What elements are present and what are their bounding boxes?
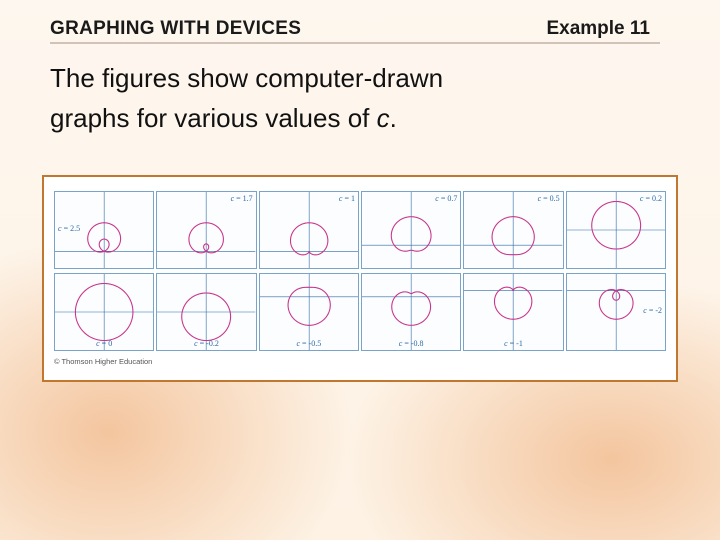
chart-cell: c = -0.5 bbox=[259, 273, 359, 351]
slide-header: GRAPHING WITH DEVICES Example 11 bbox=[0, 0, 720, 46]
example-label: Example 11 bbox=[546, 18, 650, 40]
chart-cell: c = -0.8 bbox=[361, 273, 461, 351]
c-value-label: c = -1 bbox=[504, 339, 523, 348]
chart-cell: c = 0.2 bbox=[566, 191, 666, 269]
chart-cell: c = 1 bbox=[259, 191, 359, 269]
body-line-1: The figures show computer-drawn bbox=[50, 58, 670, 98]
c-value-label: c = -0.5 bbox=[296, 339, 321, 348]
header-rule bbox=[50, 42, 660, 44]
figure-credit: © Thomson Higher Education bbox=[54, 357, 666, 366]
chart-cell: c = 0.5 bbox=[463, 191, 563, 269]
chart-cell: c = 2.5 bbox=[54, 191, 154, 269]
chart-cell: c = 0 bbox=[54, 273, 154, 351]
body-line-2a: graphs for various values of bbox=[50, 103, 377, 133]
c-value-label: c = -2 bbox=[643, 306, 662, 315]
body-var-c: c bbox=[377, 103, 390, 133]
body-text: The figures show computer-drawn graphs f… bbox=[0, 46, 720, 139]
chart-cell: c = -2 bbox=[566, 273, 666, 351]
c-value-label: c = -0.2 bbox=[194, 339, 219, 348]
body-line-2: graphs for various values of c. bbox=[50, 98, 670, 138]
chart-cell: c = 1.7 bbox=[156, 191, 256, 269]
body-line-2b: . bbox=[390, 103, 397, 133]
c-value-label: c = 1.7 bbox=[231, 194, 253, 203]
chart-cell: c = -1 bbox=[463, 273, 563, 351]
c-value-label: c = 0 bbox=[96, 339, 112, 348]
chart-grid: c = 2.5 c = 1.7 c = 1 c = 0.7 c = 0.5 c = 0.2… bbox=[54, 191, 666, 351]
chart-cell: c = -0.2 bbox=[156, 273, 256, 351]
c-value-label: c = -0.8 bbox=[399, 339, 424, 348]
figure-panel: c = 2.5 c = 1.7 c = 1 c = 0.7 c = 0.5 c = 0.2… bbox=[42, 175, 678, 382]
c-value-label: c = 1 bbox=[339, 194, 355, 203]
c-value-label: c = 0.2 bbox=[640, 194, 662, 203]
c-value-label: c = 0.5 bbox=[538, 194, 560, 203]
chart-cell: c = 0.7 bbox=[361, 191, 461, 269]
c-value-label: c = 0.7 bbox=[435, 194, 457, 203]
c-value-label: c = 2.5 bbox=[58, 224, 80, 233]
section-title: GRAPHING WITH DEVICES bbox=[50, 18, 301, 40]
